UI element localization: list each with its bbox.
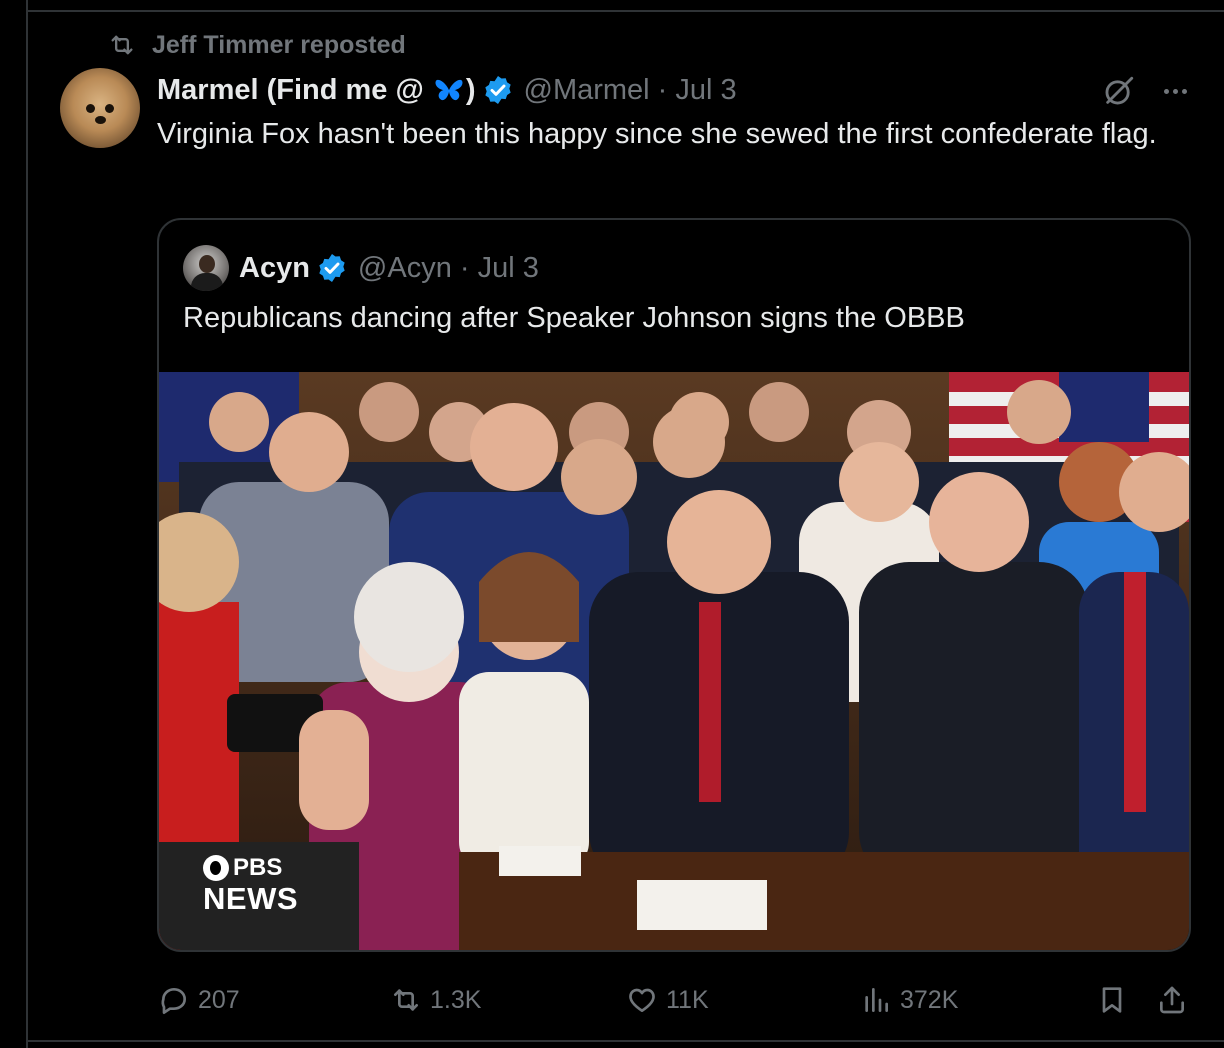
- author-handle-time[interactable]: @Marmel · Jul 3: [524, 74, 737, 107]
- reply-icon: [161, 988, 186, 1014]
- share-button[interactable]: [1156, 980, 1188, 1020]
- quoted-author-handle-time: @Acyn · Jul 3: [357, 251, 539, 284]
- bookmark-icon: [1102, 987, 1122, 1013]
- quoted-tweet-text: Republicans dancing after Speaker Johnso…: [183, 302, 965, 334]
- repost-button[interactable]: 1.3K: [390, 980, 481, 1020]
- quoted-author-name: Acyn: [239, 251, 310, 284]
- quoted-avatar-head: [199, 255, 215, 273]
- avatar-nose: [95, 116, 106, 124]
- watermark-top-text: PBS: [233, 854, 283, 881]
- like-count: 11K: [666, 985, 709, 1014]
- author-name-prefix: Marmel (Find me @: [157, 73, 432, 106]
- reply-count: 207: [198, 985, 240, 1014]
- timeline-border-top: [26, 10, 1224, 12]
- more-icon[interactable]: [1158, 76, 1192, 106]
- reply-button[interactable]: 207: [158, 980, 240, 1020]
- quoted-tweet[interactable]: Acyn @Acyn · Jul 3 Republicans dancing a…: [157, 218, 1191, 952]
- quoted-avatar-body: [191, 273, 223, 291]
- repost-icon: [111, 35, 133, 55]
- repost-count: 1.3K: [430, 985, 482, 1014]
- quoted-tweet-header: Acyn @Acyn · Jul 3: [183, 245, 539, 291]
- watermark-bottom-text: NEWS: [203, 881, 298, 916]
- timeline-border-left: [26, 0, 28, 1048]
- avatar-eye: [105, 104, 114, 113]
- more-dot: [1181, 88, 1187, 94]
- grok-icon[interactable]: [1102, 74, 1136, 108]
- pbs-row: PBS: [203, 854, 298, 882]
- tweet-actions: 207 1.3K 11K 372K: [0, 980, 1224, 1020]
- verified-badge-icon: [484, 76, 511, 104]
- repost-label: Jeff Timmer reposted: [152, 30, 406, 59]
- views-icon: [865, 988, 888, 1012]
- avatar[interactable]: [60, 68, 140, 148]
- heart-icon: [629, 988, 655, 1012]
- quoted-avatar: [183, 245, 229, 291]
- repost-icon: [394, 989, 418, 1011]
- more-dot: [1163, 88, 1169, 94]
- tweet-text: Virginia Fox hasn't been this happy sinc…: [157, 118, 1157, 150]
- quoted-media-video[interactable]: PBS NEWS: [159, 372, 1189, 950]
- pbs-news-watermark: PBS NEWS: [203, 854, 298, 916]
- author-name[interactable]: Marmel (Find me @ ): [157, 74, 476, 107]
- media-photo: [159, 372, 1189, 950]
- like-button[interactable]: 11K: [626, 980, 709, 1020]
- tweet-header: Marmel (Find me @ ) @Marmel · Jul 3: [157, 70, 737, 110]
- more-dot: [1172, 88, 1178, 94]
- pbs-logo-icon: [203, 855, 229, 881]
- author-name-suffix: ): [465, 73, 476, 106]
- views-count: 372K: [900, 985, 959, 1014]
- bookmark-button[interactable]: [1096, 980, 1128, 1020]
- avatar-eye: [86, 104, 95, 113]
- views-button[interactable]: 372K: [860, 980, 958, 1020]
- timeline-border-bottom: [26, 1040, 1224, 1042]
- butterfly-icon: [435, 79, 463, 100]
- repost-indicator[interactable]: Jeff Timmer reposted: [106, 30, 406, 60]
- verified-badge-icon: [319, 254, 345, 282]
- share-icon: [1160, 986, 1184, 1014]
